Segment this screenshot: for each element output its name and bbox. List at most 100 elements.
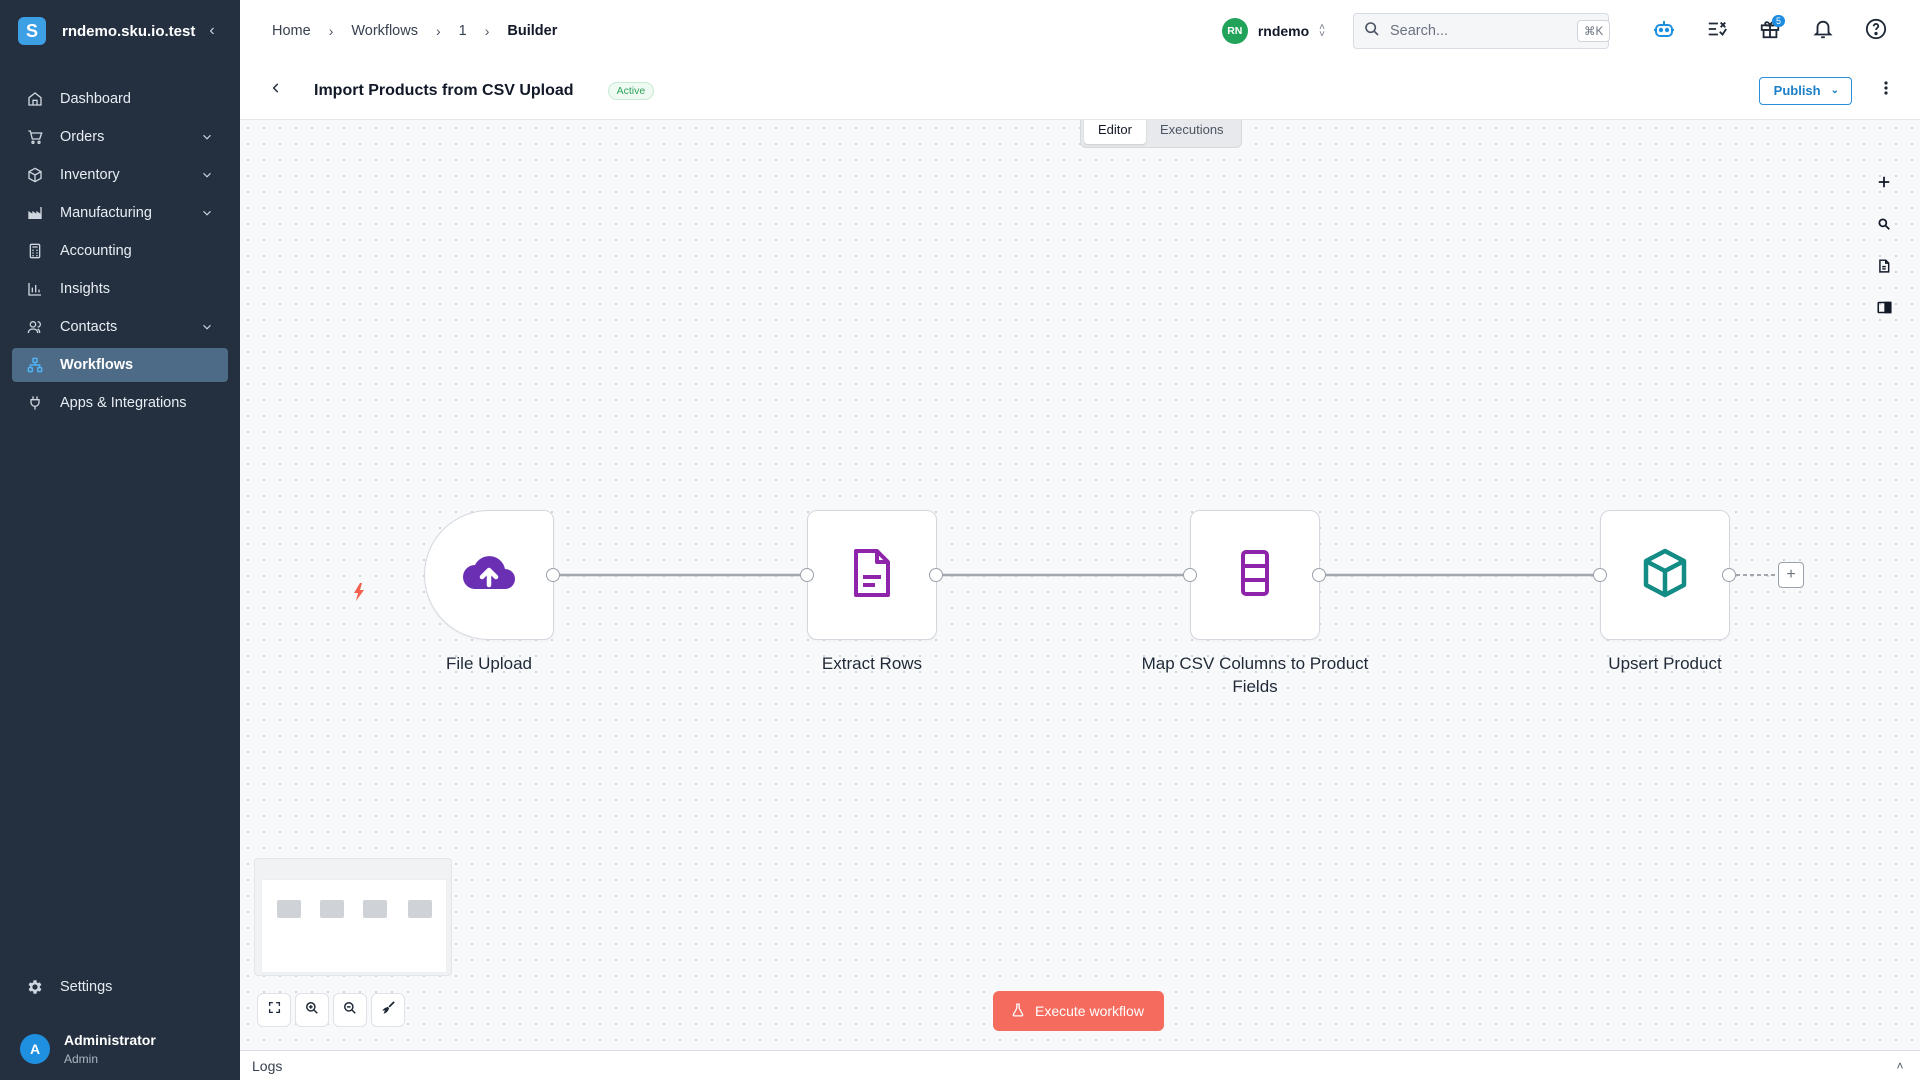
org-switcher[interactable]: RN rndemo ˄ ˅ [1221,18,1325,44]
sidebar-item-label: Manufacturing [60,205,152,221]
collapse-sidebar-icon[interactable]: ‹ [202,22,222,40]
broom-icon [381,1000,396,1020]
breadcrumb-workflows[interactable]: Workflows [351,23,418,39]
zoom-in-icon [305,1001,319,1020]
chevron-up-icon[interactable]: ˄ [1890,1059,1910,1073]
sidebar-item-workflows[interactable]: Workflows [12,348,228,382]
node-file-upload[interactable] [424,510,554,640]
output-handle[interactable] [1722,568,1736,582]
ai-assistant-button[interactable] [1646,13,1682,49]
notification-count-badge: 5 [1771,15,1785,27]
bell-icon [1812,18,1834,45]
help-icon [1865,18,1887,45]
execute-workflow-button[interactable]: Execute workflow [993,991,1164,1031]
minimap-node [363,900,387,918]
sidebar-footer: Settings A Administrator Admin [0,970,240,1080]
sidebar-item-label: Orders [60,129,105,145]
canvas-controls [257,993,409,1027]
sidebar-item-label: Workflows [60,357,134,373]
chevron-right-icon: › [435,23,441,39]
output-handle[interactable] [1312,568,1326,582]
search-shortcut: ⌘K [1577,20,1611,42]
chevron-right-icon: › [328,23,334,39]
node-upsert-product[interactable] [1600,510,1730,640]
node-map-csv-columns[interactable] [1190,510,1320,640]
minimap-viewport[interactable] [261,879,447,973]
minimap-node [277,900,301,918]
breadcrumb: Home › Workflows › 1 › Builder [272,23,1222,39]
help-button[interactable] [1858,13,1894,49]
sidebar-header: S rndemo.sku.io.test ‹ [0,0,240,62]
cube-icon [1642,548,1688,603]
org-badge: RN [1221,18,1248,44]
input-handle[interactable] [1593,568,1607,582]
sidebar-item-orders[interactable]: Orders [12,120,228,154]
search-icon [1364,21,1380,42]
file-text-icon [852,548,892,602]
input-handle[interactable] [1183,568,1197,582]
fullscreen-icon [268,1001,281,1019]
workflow-icon [26,356,44,374]
home-icon [26,90,44,108]
logs-label: Logs [252,1057,283,1074]
logs-panel-bar[interactable]: Logs ˄ [240,1050,1920,1080]
sidebar-item-insights[interactable]: Insights [12,272,228,306]
tasks-button[interactable] [1699,13,1735,49]
output-handle[interactable] [929,568,943,582]
cart-icon [26,128,44,146]
workflow-canvas[interactable]: Editor Executions File Upload Extract Ro… [240,120,1920,1050]
zoom-in-button[interactable] [295,993,329,1027]
checklist-icon [1706,18,1728,45]
output-handle[interactable] [546,568,560,582]
zoom-out-icon [343,1001,357,1020]
sidebar-item-label: Inventory [60,167,120,183]
status-badge: Active [607,81,655,100]
user-meta: Administrator Admin [64,1032,156,1066]
minimap[interactable] [254,858,452,976]
breadcrumb-home[interactable]: Home [272,23,311,39]
users-icon [26,318,44,336]
user-profile[interactable]: A Administrator Admin [0,1018,240,1080]
robot-icon [1652,17,1676,46]
sidebar-item-inventory[interactable]: Inventory [12,158,228,192]
sidebar-item-label: Contacts [60,319,118,335]
workflow-header: Import Products from CSV Upload Active P… [240,62,1920,120]
publish-button[interactable]: Publish ⌄ [1758,76,1852,105]
sidebar-item-label: Dashboard [60,91,131,107]
add-next-node-button[interactable]: + [1778,562,1804,588]
sidebar-item-manufacturing[interactable]: Manufacturing [12,196,228,230]
input-handle[interactable] [800,568,814,582]
search-box[interactable]: ⌘K [1353,13,1611,49]
more-options-button[interactable] [1878,81,1894,100]
sidebar-item-accounting[interactable]: Accounting [12,234,228,268]
app-logo[interactable]: S [18,17,46,45]
zoom-out-button[interactable] [333,993,367,1027]
chevron-down-icon: ⌄ [1830,85,1839,96]
top-bar: Home › Workflows › 1 › Builder RN rndemo… [240,0,1920,62]
fit-view-button[interactable] [257,993,291,1027]
columns-icon [1240,549,1270,602]
chevron-down-icon[interactable] [200,130,214,144]
chevron-down-icon[interactable] [200,168,214,182]
publish-label: Publish [1773,83,1821,98]
back-button[interactable] [264,79,288,103]
node-extract-rows[interactable] [807,510,937,640]
sidebar-item-dashboard[interactable]: Dashboard [12,82,228,116]
sidebar-item-apps-integrations[interactable]: Apps & Integrations [12,386,228,420]
tidy-up-button[interactable] [371,993,405,1027]
breadcrumb-workflow-id[interactable]: 1 [459,23,467,39]
notifications-button[interactable] [1805,13,1841,49]
chevron-down-icon[interactable] [200,320,214,334]
cloud-upload-icon [463,553,515,598]
minimap-node [408,900,432,918]
search-input[interactable] [1390,23,1577,39]
breadcrumb-current: Builder [507,23,558,39]
flask-icon [1011,1003,1025,1020]
sidebar-item-settings[interactable]: Settings [0,970,240,1004]
node-label: Map CSV Columns to Product Fields [1141,654,1369,696]
plus-icon: + [1786,566,1796,583]
node-label: File Upload [446,654,532,673]
chevron-down-icon[interactable] [200,206,214,220]
gifts-button[interactable]: 5 [1752,13,1788,49]
sidebar-item-contacts[interactable]: Contacts [12,310,228,344]
